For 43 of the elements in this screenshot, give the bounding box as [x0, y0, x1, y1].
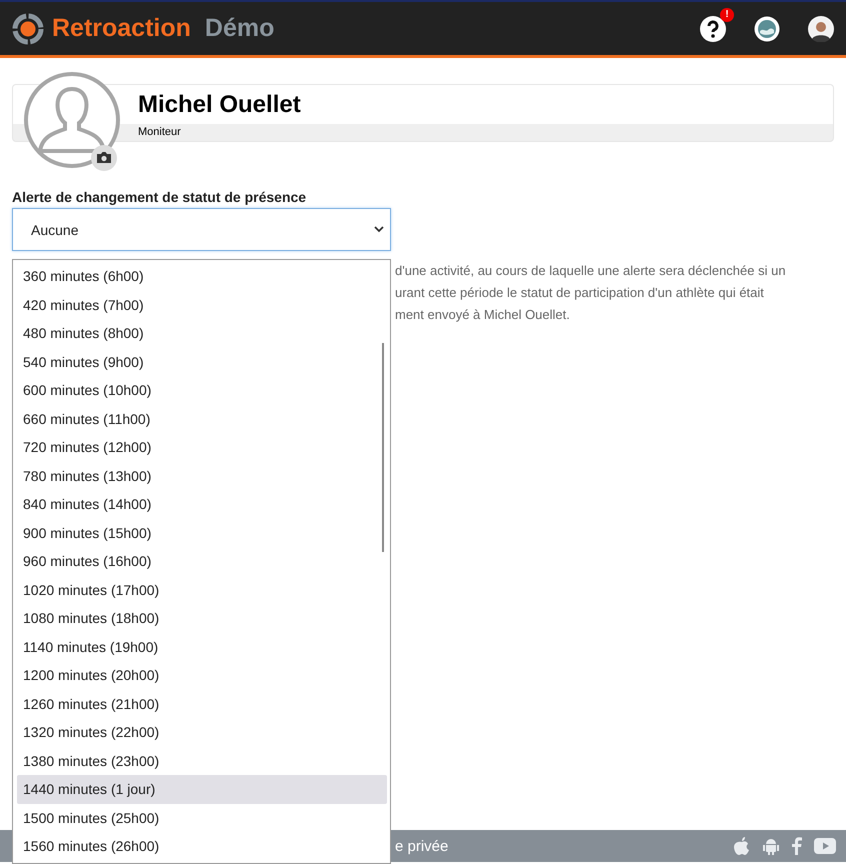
facebook-icon[interactable] — [792, 837, 802, 855]
scrollbar-thumb[interactable] — [382, 343, 384, 552]
dropdown-option[interactable]: 1560 minutes (26h00) — [17, 832, 387, 860]
youtube-icon[interactable] — [814, 838, 836, 854]
dropdown-option[interactable]: 1440 minutes (1 jour) — [17, 775, 387, 804]
field-label: Alerte de changement de statut de présence — [12, 189, 308, 205]
dropdown-option[interactable]: 1200 minutes (20h00) — [17, 661, 387, 690]
brand-name: Retroaction — [52, 14, 191, 43]
apple-icon[interactable] — [734, 837, 750, 855]
help-icon[interactable] — [700, 16, 726, 42]
dropdown-option[interactable]: 780 minutes (13h00) — [17, 462, 387, 490]
dropdown-option[interactable]: 1080 minutes (18h00) — [17, 604, 387, 632]
dropdown-option[interactable]: 1380 minutes (23h00) — [17, 746, 387, 775]
profile-name: Michel Ouellet — [138, 91, 301, 119]
description-text: d'une activité, au cours de laquelle une alerte sera déclenchée si un — [395, 263, 786, 280]
dropdown-option[interactable]: 1260 minutes (21h00) — [17, 690, 387, 718]
dropdown-option[interactable]: 420 minutes (7h00) — [17, 290, 387, 319]
dropdown-option[interactable]: 840 minutes (14h00) — [17, 490, 387, 518]
user-avatar-icon[interactable] — [808, 16, 834, 42]
dropdown-option[interactable]: 900 minutes (15h00) — [17, 518, 387, 547]
globe-icon[interactable] — [754, 16, 780, 42]
edition-label: Démo — [204, 14, 274, 43]
dropdown-option[interactable]: 720 minutes (12h00) — [17, 433, 387, 462]
dropdown-option[interactable]: 660 minutes (11h00) — [17, 404, 387, 433]
camera-icon[interactable] — [91, 145, 117, 171]
dropdown-option[interactable]: 360 minutes (6h00) — [17, 262, 387, 290]
notification-badge: ! — [720, 8, 734, 22]
dropdown-option[interactable]: 960 minutes (16h00) — [17, 547, 387, 576]
dropdown-option[interactable]: 480 minutes (8h00) — [17, 319, 387, 348]
dropdown-option[interactable]: 1500 minutes (25h00) — [17, 804, 387, 832]
description-text: ment envoyé à Michel Ouellet. — [395, 307, 571, 324]
dropdown-option[interactable]: 1320 minutes (22h00) — [17, 718, 387, 746]
dropdown-option[interactable]: 540 minutes (9h00) — [17, 348, 387, 376]
avatar-placeholder-icon — [23, 71, 121, 169]
dropdown-option[interactable]: 1140 minutes (19h00) — [17, 632, 387, 661]
logo-icon — [12, 12, 44, 44]
dropdown-option[interactable]: 600 minutes (10h00) — [17, 376, 387, 404]
alert-dropdown[interactable]: Aucune — [12, 208, 391, 251]
profile-role: Moniteur — [138, 126, 181, 138]
chevron-down-icon — [374, 226, 384, 233]
description-text: urant cette période le statut de participation d'un athlète qui était — [395, 285, 765, 302]
dropdown-option[interactable]: 1020 minutes (17h00) — [17, 576, 387, 604]
android-icon[interactable] — [762, 837, 780, 855]
